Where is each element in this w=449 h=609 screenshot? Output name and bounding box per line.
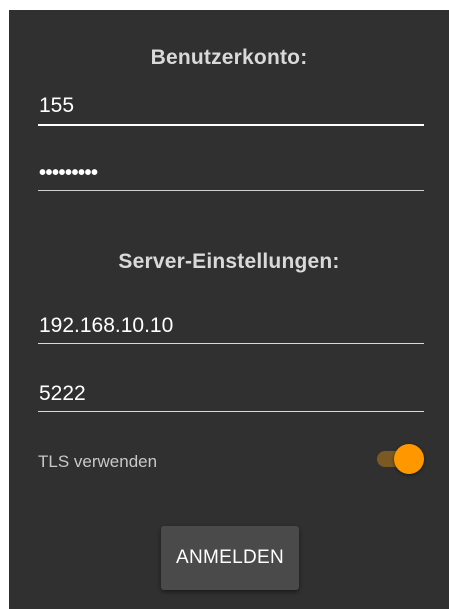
password-underline (38, 190, 424, 191)
username-underline (38, 124, 424, 126)
login-screen: Benutzerkonto: 155 ••••••••• Server-Eins… (9, 10, 449, 609)
port-value: 5222 (39, 382, 86, 405)
host-underline (38, 343, 424, 344)
password-field[interactable]: ••••••••• (38, 156, 424, 196)
switch-on-icon (394, 444, 424, 474)
tls-toggle[interactable] (376, 444, 424, 474)
server-section-title: Server-Einstellungen: (118, 250, 340, 273)
password-value: ••••••••• (39, 162, 98, 184)
host-field[interactable]: 192.168.10.10 (38, 310, 424, 350)
username-field[interactable]: 155 (38, 90, 424, 130)
login-button[interactable]: ANMELDEN (161, 526, 299, 590)
port-field[interactable]: 5222 (38, 378, 424, 418)
account-section-title: Benutzerkonto: (150, 46, 308, 69)
port-underline (38, 411, 424, 412)
tls-label: TLS verwenden (38, 452, 158, 471)
username-value: 155 (39, 94, 75, 117)
host-value: 192.168.10.10 (39, 314, 174, 337)
